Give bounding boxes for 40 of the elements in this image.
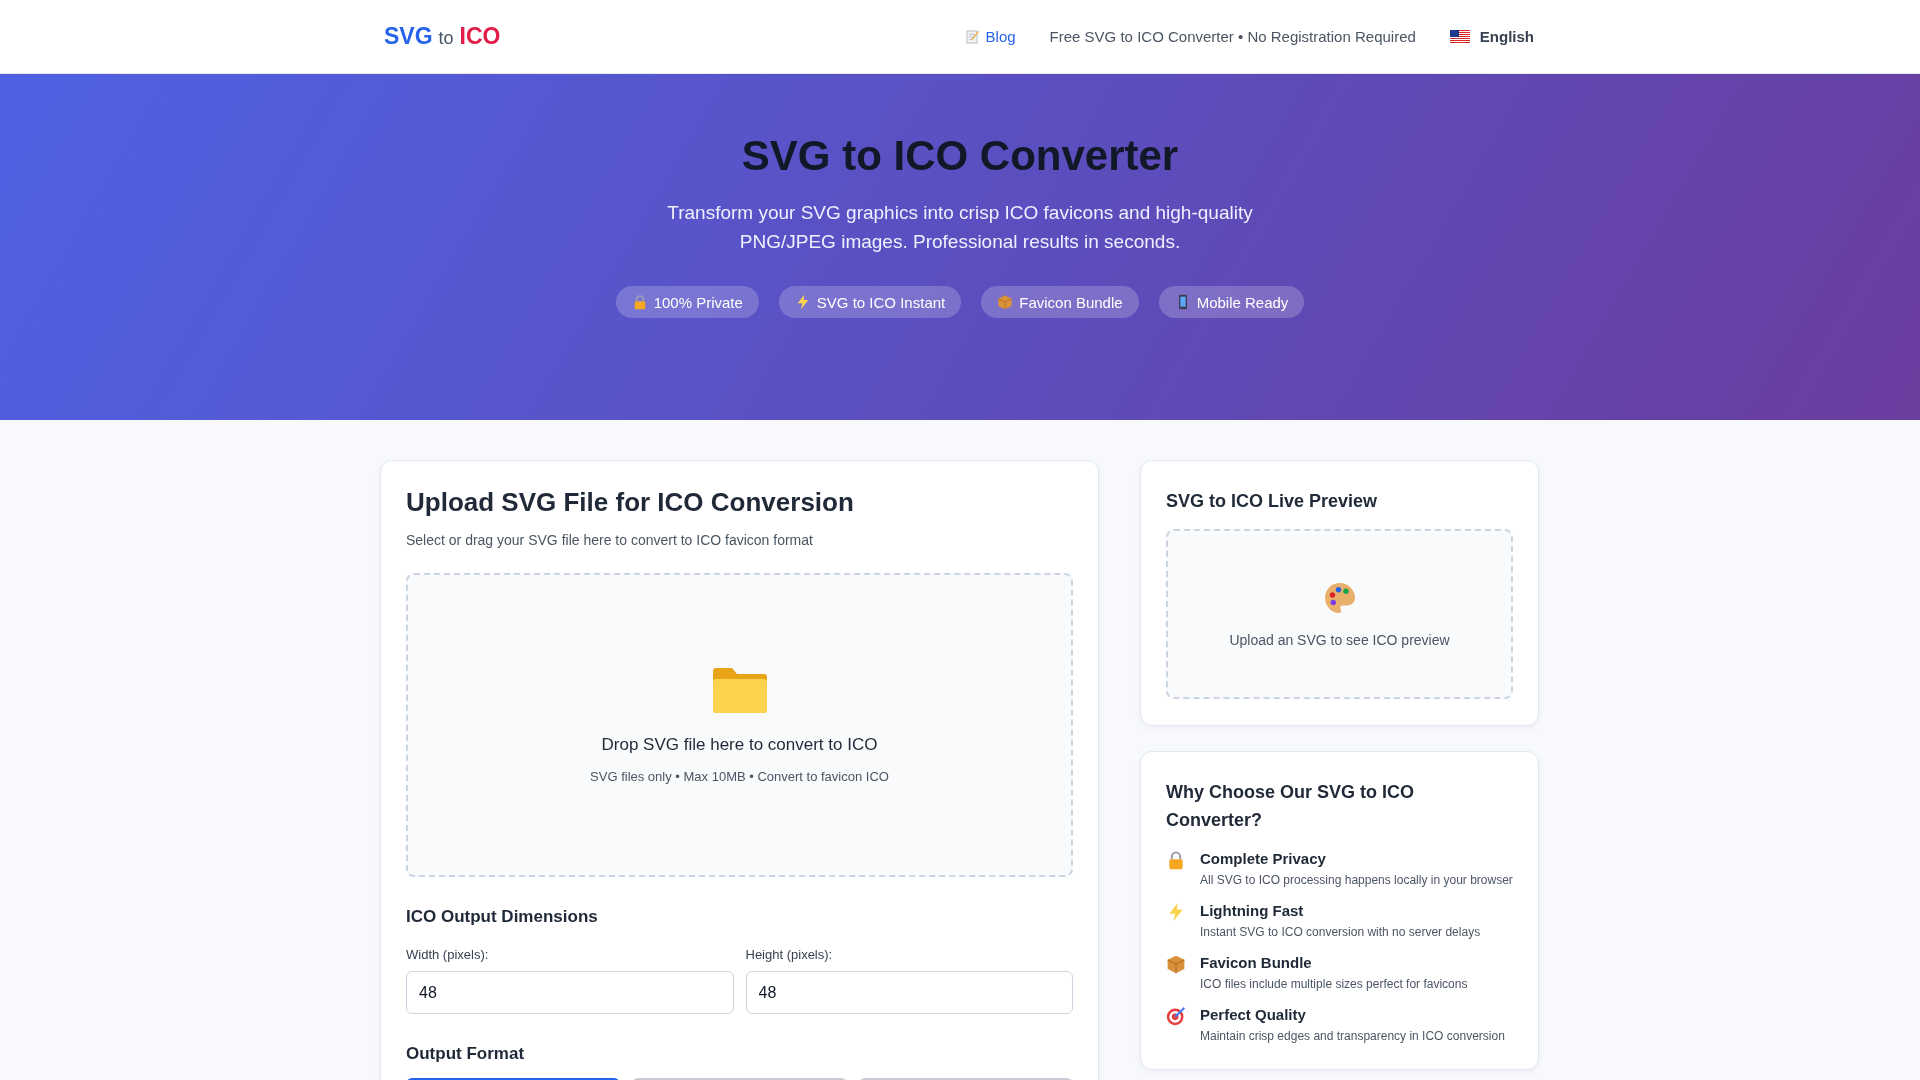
preview-drop-area[interactable]: Upload an SVG to see ICO preview <box>1166 529 1513 699</box>
dimension-input[interactable]: 48 <box>745 971 1073 1014</box>
drop-zone[interactable]: Drop SVG file here to convert to ICO SVG files only • Max 10MB • Convert to favicon ICO <box>406 573 1073 877</box>
card-subtitle: Select or drag your SVG file here to convert to ICO favicon format <box>406 532 814 548</box>
target-icon <box>1166 1006 1186 1026</box>
folder-icon <box>712 666 767 713</box>
drop-hint: SVG files only • Max 10MB • Convert to favicon ICO <box>590 768 889 784</box>
feature-badge: SVG to ICO Instant <box>778 286 962 318</box>
feature-title: Complete Privacy <box>1200 850 1327 867</box>
field-label: Width (pixels): <box>406 947 490 962</box>
memo-icon <box>964 28 981 45</box>
feature-badge: Favicon Bundle <box>981 286 1139 318</box>
card-title: Upload SVG File for ICO Conversion <box>406 487 855 518</box>
blog-link[interactable]: Blog <box>964 28 1016 45</box>
feature-title: Perfect Quality <box>1200 1006 1307 1023</box>
card-title: SVG to ICO Live Preview <box>1166 490 1379 513</box>
feature-description: All SVG to ICO processing happens locally in your browser <box>1200 873 1513 887</box>
card-title: Why Choose Our SVG to ICO Converter? <box>1166 781 1415 832</box>
preview-placeholder: Upload an SVG to see ICO preview <box>1229 632 1450 648</box>
tagline: Free SVG to ICO Converter • No Registration Required <box>1049 28 1416 45</box>
feature-title: Lightning Fast <box>1200 902 1305 919</box>
section-title: Output Format <box>406 1044 526 1064</box>
flag-icon <box>1449 29 1470 44</box>
logo[interactable]: SVG to ICO <box>384 23 501 50</box>
drop-title: Drop SVG file here to convert to ICO <box>601 734 878 755</box>
feature-badge: 100% Private <box>615 286 759 318</box>
hero-subtitle: Transform your SVG graphics into crisp ICO favicons and high-quality PNG/JPEG images. Professional results in seconds. <box>666 201 1254 254</box>
feature-title: Favicon Bundle <box>1200 954 1313 971</box>
padlock-icon <box>1166 850 1186 870</box>
hero-title: SVG to ICO Converter <box>741 132 1179 180</box>
feature-description: Instant SVG to ICO conversion with no server delays <box>1200 925 1481 939</box>
dimension-input[interactable]: 48 <box>406 971 734 1014</box>
feature-description: Maintain crisp edges and transparency in ICO conversion <box>1200 1029 1505 1043</box>
package-icon <box>997 294 1014 310</box>
field-label: Height (pixels): <box>745 947 834 962</box>
feature-description: ICO files include multiple sizes perfect for favicons <box>1200 977 1468 991</box>
feature-badge: Mobile Ready <box>1158 286 1305 318</box>
section-title: ICO Output Dimensions <box>406 907 599 927</box>
package-icon <box>1166 954 1186 974</box>
language-selector[interactable]: English <box>1449 28 1534 45</box>
